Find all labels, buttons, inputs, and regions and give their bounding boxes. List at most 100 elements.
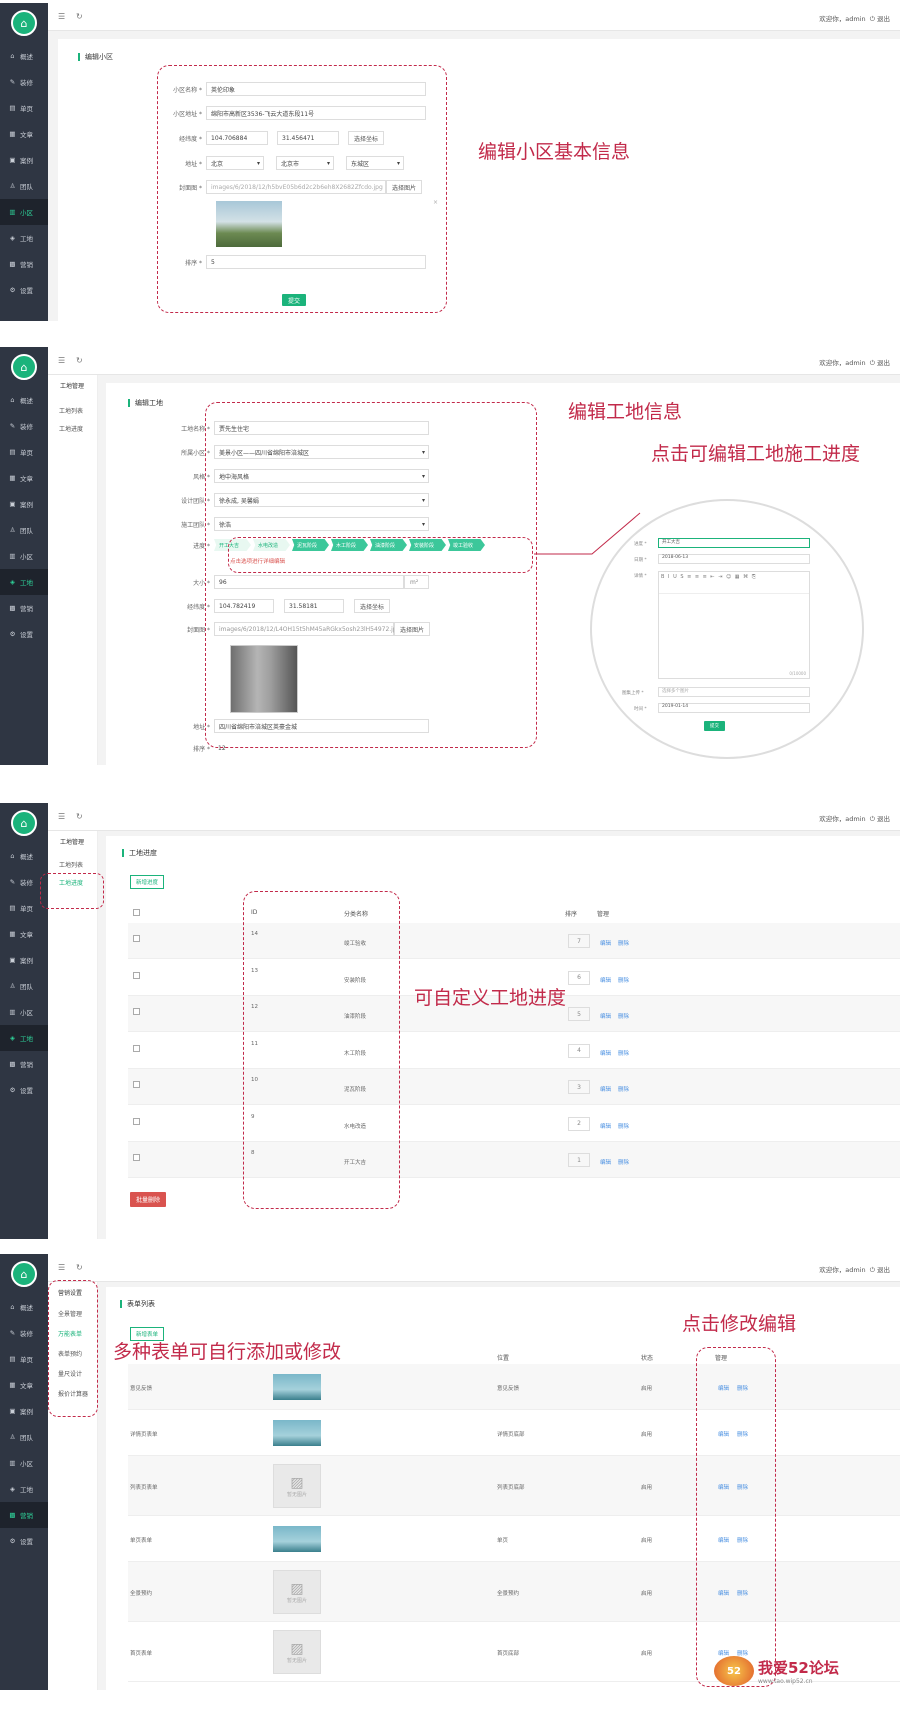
topbar: ☰ ↻ 欢迎你，admin ⏻ 退出 [48, 347, 900, 375]
nav-item[interactable]: ▦ 文章 [0, 465, 48, 491]
row-sort-input[interactable]: 3 [568, 1080, 590, 1094]
batch-delete-button[interactable]: 批量删除 [130, 1192, 167, 1207]
row-sort-input[interactable]: 6 [568, 970, 590, 985]
row-sort-input[interactable]: 4 [568, 1043, 590, 1058]
logout-link[interactable]: ⏻ 退出 [870, 15, 890, 23]
row-checkbox[interactable] [133, 1081, 140, 1088]
add-progress-button[interactable]: 新增进度 [130, 875, 165, 889]
row-checkbox[interactable] [133, 935, 140, 942]
zoom-submit-button[interactable]: 提交 [704, 721, 725, 731]
delete-link[interactable]: 删除 [618, 939, 629, 947]
delete-link[interactable]: 删除 [618, 1122, 629, 1130]
delete-link[interactable]: 删除 [618, 1158, 629, 1166]
nav-item[interactable]: ⌂ 概述 [0, 1294, 48, 1320]
nav-item[interactable]: ✎ 装修 [0, 69, 48, 95]
menu-icon[interactable]: ☰ [58, 812, 65, 821]
nav-item[interactable]: ✎ 装修 [0, 413, 48, 439]
nav-item[interactable]: ▥ 小区 [0, 999, 48, 1025]
rich-text-editor[interactable]: B I U S ≡ ≡ ≡ ⇤ ⇥ ☺ ▦ ⌘ ⎘ 0/10000 [658, 571, 810, 679]
nav-item[interactable]: ▦ 文章 [0, 121, 48, 147]
logout-link[interactable]: ⏻ 退出 [870, 359, 890, 367]
edit-link[interactable]: 编辑 [600, 1049, 611, 1057]
zoom-time-input[interactable]: 2019-01-14 [658, 703, 810, 713]
row-checkbox[interactable] [133, 1154, 140, 1161]
menu-icon[interactable]: ☰ [58, 356, 65, 365]
no-image-text: 暂无图片 [286, 1657, 307, 1664]
row-checkbox[interactable] [133, 1008, 140, 1015]
nav-item[interactable]: ⚙ 设置 [0, 277, 48, 303]
zoom-upload-input[interactable]: 选择多个图片 [658, 687, 810, 697]
nav-item[interactable]: ▤ 单页 [0, 439, 48, 465]
nav-item[interactable]: ▩ 营销 [0, 1502, 48, 1528]
nav-item[interactable]: ▩ 营销 [0, 251, 48, 277]
delete-link[interactable]: 删除 [618, 1012, 629, 1020]
wrench-icon: ✎ [9, 78, 16, 86]
refresh-icon[interactable]: ↻ [76, 1263, 83, 1272]
nav-item[interactable]: ▣ 案例 [0, 947, 48, 973]
nav-item[interactable]: ♙ 团队 [0, 517, 48, 543]
no-image-placeholder: ▨ 暂无图片 [273, 1630, 321, 1674]
nav-item[interactable]: ◈ 工地 [0, 569, 48, 595]
logout-link[interactable]: ⏻ 退出 [870, 1266, 890, 1274]
nav-item[interactable]: ▥ 小区 [0, 1450, 48, 1476]
row-checkbox[interactable] [133, 1117, 140, 1125]
delete-link[interactable]: 删除 [618, 1049, 629, 1057]
nav-item[interactable]: ▤ 单页 [0, 95, 48, 121]
edit-link[interactable]: 编辑 [600, 1012, 611, 1020]
nav-item[interactable]: ◈ 工地 [0, 225, 48, 251]
row-sort-input[interactable]: 5 [568, 1007, 590, 1021]
page-icon: ▤ [9, 904, 16, 912]
edit-link[interactable]: 编辑 [600, 976, 611, 984]
editor-toolbar[interactable]: B I U S ≡ ≡ ≡ ⇤ ⇥ ☺ ▦ ⌘ ⎘ [659, 572, 809, 594]
nav-item[interactable]: ⚙ 设置 [0, 1528, 48, 1554]
delete-link[interactable]: 删除 [618, 1085, 629, 1093]
menu-icon[interactable]: ☰ [58, 1263, 65, 1272]
watermark-title: 我爱52论坛 [758, 1659, 839, 1677]
subnav-site-list[interactable]: 工地列表 [48, 406, 97, 415]
subnav-site-progress[interactable]: 工地进度 [48, 424, 97, 433]
zoom-title-input[interactable]: 开工大吉 [658, 538, 810, 548]
nav-item[interactable]: ◈ 工地 [0, 1476, 48, 1502]
nav-item-label: 小区 [20, 209, 33, 217]
nav-item[interactable]: ⌂ 概述 [0, 43, 48, 69]
nav-item[interactable]: ⚙ 设置 [0, 1077, 48, 1103]
edit-link[interactable]: 编辑 [600, 1122, 611, 1130]
nav-item[interactable]: ♙ 团队 [0, 1424, 48, 1450]
refresh-icon[interactable]: ↻ [76, 812, 83, 821]
edit-link[interactable]: 编辑 [600, 939, 611, 947]
subnav-site-list[interactable]: 工地列表 [48, 860, 97, 869]
refresh-icon[interactable]: ↻ [76, 12, 83, 21]
edit-link[interactable]: 编辑 [600, 1158, 611, 1166]
zoom-date-input[interactable]: 2018-06-13 [658, 554, 810, 564]
row-sort-input[interactable]: 7 [568, 934, 590, 948]
nav-item[interactable]: ▣ 案例 [0, 491, 48, 517]
nav-item[interactable]: ◈ 工地 [0, 1025, 48, 1051]
delete-link[interactable]: 删除 [618, 976, 629, 984]
row-checkbox[interactable] [133, 971, 140, 979]
row-sort-input[interactable]: 1 [568, 1153, 590, 1167]
refresh-icon[interactable]: ↻ [76, 356, 83, 365]
nav-item[interactable]: ▦ 文章 [0, 921, 48, 947]
nav-item[interactable]: ▥ 小区 [0, 543, 48, 569]
nav-item[interactable]: ▣ 案例 [0, 147, 48, 173]
nav-item[interactable]: ✎ 装修 [0, 1320, 48, 1346]
nav-item[interactable]: ♙ 团队 [0, 173, 48, 199]
nav-item[interactable]: ♙ 团队 [0, 973, 48, 999]
menu-icon[interactable]: ☰ [58, 12, 65, 21]
nav-item[interactable]: ▣ 案例 [0, 1398, 48, 1424]
highlight-subnav [48, 1280, 98, 1417]
nav-item[interactable]: ⌂ 概述 [0, 387, 48, 413]
nav-item[interactable]: ▦ 文章 [0, 1372, 48, 1398]
nav-item[interactable]: ▩ 营销 [0, 1051, 48, 1077]
logout-link[interactable]: ⏻ 退出 [870, 815, 890, 823]
row-sort-input[interactable]: 2 [568, 1116, 590, 1131]
nav-item[interactable]: ▤ 单页 [0, 1346, 48, 1372]
nav-item[interactable]: ▩ 营销 [0, 595, 48, 621]
nav-item[interactable]: ⚙ 设置 [0, 621, 48, 647]
nav-item[interactable]: ▥ 小区 [0, 199, 48, 225]
nav-item-label: 团队 [20, 183, 33, 191]
row-checkbox[interactable] [133, 1044, 140, 1052]
select-all-checkbox[interactable] [133, 909, 140, 916]
nav-item[interactable]: ⌂ 概述 [0, 843, 48, 869]
edit-link[interactable]: 编辑 [600, 1085, 611, 1093]
